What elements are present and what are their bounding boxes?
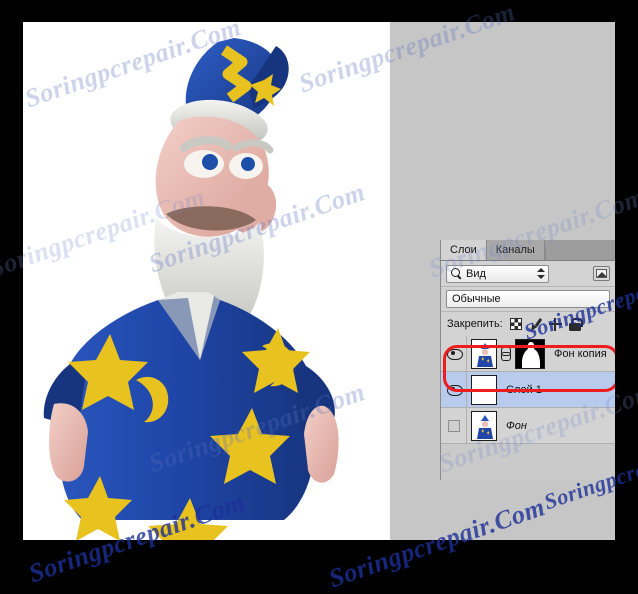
table-row[interactable]: Фон: [441, 408, 615, 444]
frame-border-top: [0, 0, 638, 22]
layer-thumbnail[interactable]: [471, 338, 497, 369]
lock-all-icon[interactable]: [569, 317, 584, 331]
layer-visibility-toggle[interactable]: [441, 336, 467, 371]
tab-channels[interactable]: Каналы: [486, 240, 545, 260]
layer-thumbnail[interactable]: [471, 374, 497, 405]
eye-icon[interactable]: [446, 349, 463, 360]
lock-transparent-pixels-icon[interactable]: [509, 318, 522, 330]
layer-filter-dropdown[interactable]: Вид: [446, 264, 549, 283]
table-row[interactable]: Слой 1: [441, 372, 615, 408]
layer-thumbnail[interactable]: [471, 410, 497, 441]
layer-list[interactable]: Фон копия Слой 1 Фон: [441, 336, 615, 480]
layer-name[interactable]: Фон копия: [554, 348, 607, 360]
layer-visibility-toggle[interactable]: [441, 372, 467, 407]
frame-border-right: [615, 0, 638, 578]
layer-name[interactable]: Слой 1: [506, 384, 542, 396]
layers-panel[interactable]: Слои Каналы Вид Обычные Закрепить: Фон к…: [440, 240, 615, 480]
layer-name[interactable]: Фон: [506, 420, 527, 432]
spinner-updown-icon[interactable]: [536, 267, 545, 280]
frame-border-left: [0, 0, 23, 578]
panel-tab-bar[interactable]: Слои Каналы: [441, 240, 615, 261]
blend-mode-row[interactable]: Обычные: [441, 287, 615, 312]
tab-bar-filler: [544, 247, 615, 260]
blend-mode-value: Обычные: [452, 293, 501, 305]
image-filter-icon[interactable]: [593, 266, 610, 281]
lock-options-row[interactable]: Закрепить:: [441, 312, 615, 336]
lock-image-pixels-icon[interactable]: [529, 318, 542, 331]
search-icon: [450, 267, 463, 280]
wizard-eye-left: [202, 154, 218, 170]
frame-border-bottom: [0, 540, 638, 578]
layer-visibility-toggle[interactable]: [441, 408, 467, 443]
lock-position-icon[interactable]: [548, 317, 562, 331]
blend-mode-dropdown[interactable]: Обычные: [446, 290, 610, 308]
tab-layers[interactable]: Слои: [441, 240, 487, 260]
eye-icon[interactable]: [446, 385, 463, 396]
wizard-eye-right: [241, 157, 255, 171]
wizard-character-artwork: [43, 38, 339, 540]
layer-filter-value: Вид: [466, 267, 486, 280]
layer-mask-link-icon[interactable]: [500, 347, 511, 361]
lock-row-label: Закрепить:: [447, 318, 503, 330]
eye-off-icon[interactable]: [447, 419, 460, 432]
layer-filter-row[interactable]: Вид: [441, 261, 615, 287]
screenshot-stage: Слои Каналы Вид Обычные Закрепить: Фон к…: [0, 0, 638, 593]
wizard-hand-right: [304, 405, 339, 483]
layer-mask-thumbnail[interactable]: [515, 338, 545, 369]
table-row[interactable]: Фон копия: [441, 336, 615, 372]
layer-list-empty-area: [441, 444, 615, 480]
wizard-hand-left: [49, 403, 88, 482]
